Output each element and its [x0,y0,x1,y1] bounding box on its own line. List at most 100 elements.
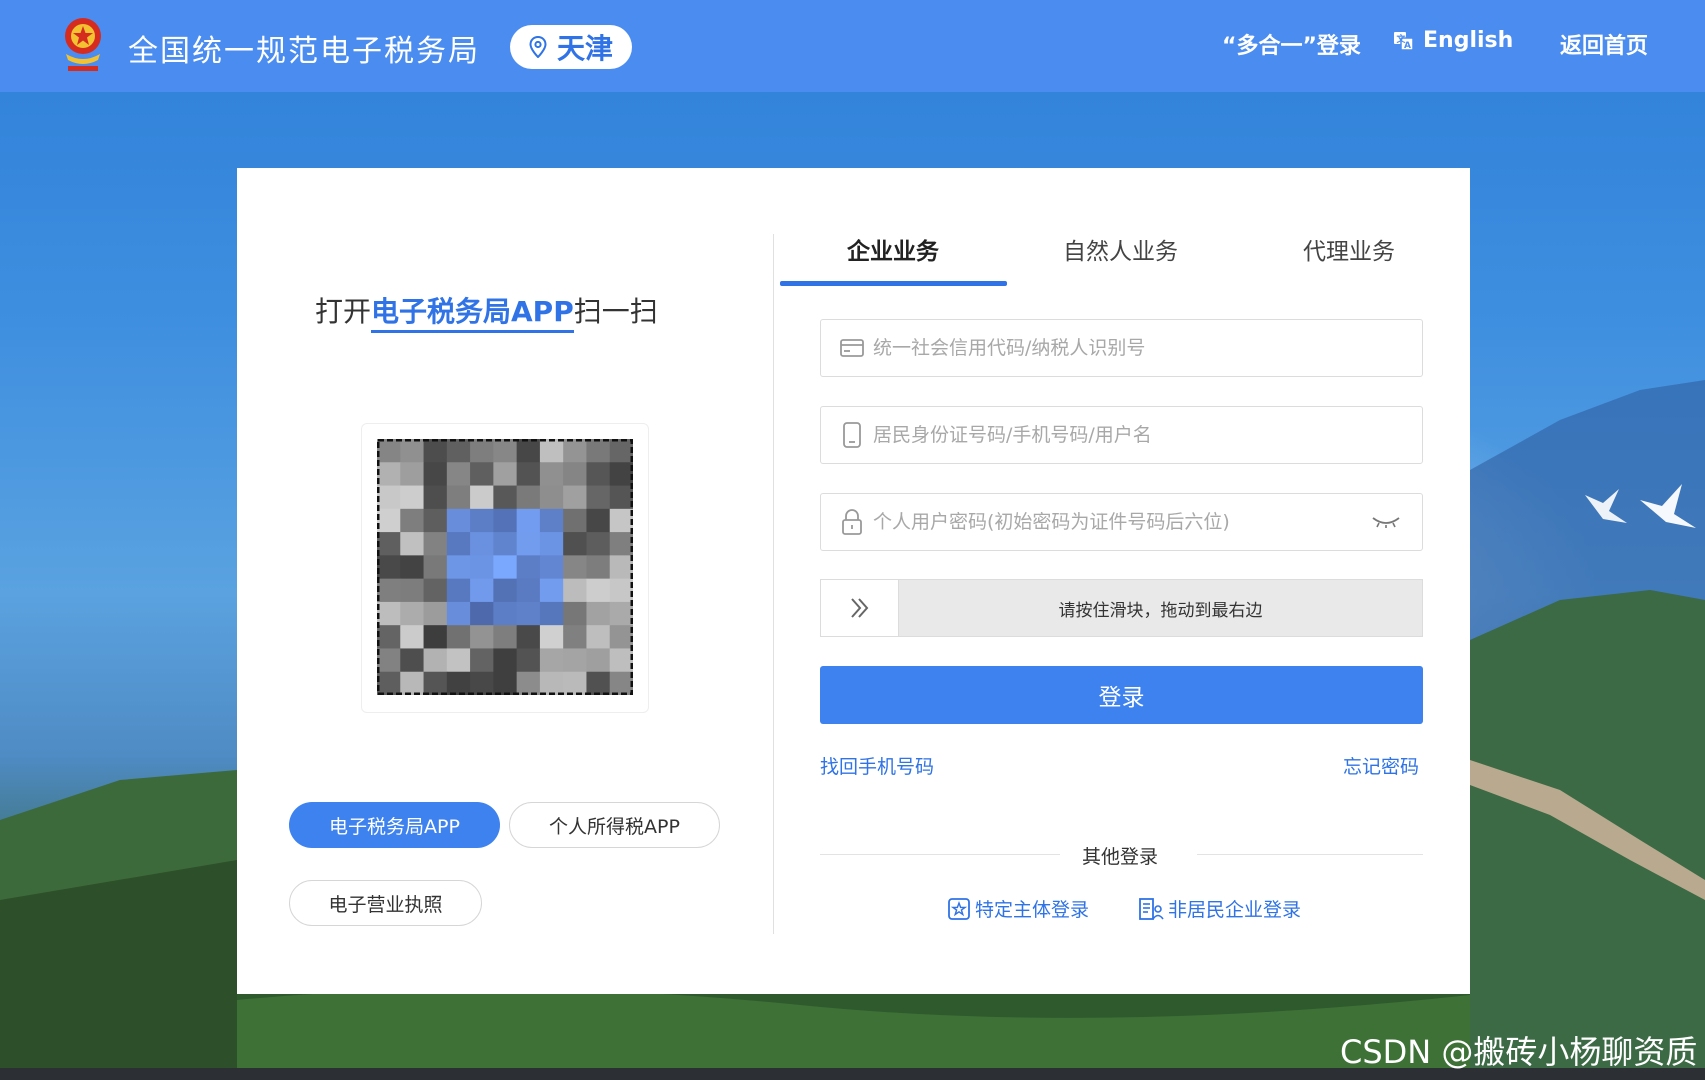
forgot-password-link[interactable]: 忘记密码 [1343,752,1419,779]
qr-pixel [423,532,448,556]
slider-handle[interactable] [821,580,899,636]
qr-pixel [377,578,401,603]
qr-pixel [563,439,587,463]
qr-pixel [446,671,471,695]
qr-pixel [470,625,494,649]
english-link[interactable]: 文 A English [1393,28,1513,53]
qr-pixel [563,532,587,556]
top-header: 全国统一规范电子税务局 天津 “多合一”登录 文 A English 返回首页 [0,0,1705,92]
qr-pixel [539,555,564,580]
qr-pixel [539,648,564,673]
qr-pixel [446,601,471,626]
qr-pixel [586,625,611,649]
qr-pixel [516,601,541,626]
id-input[interactable] [873,424,1422,446]
active-tab-indicator [780,281,1007,286]
qr-pixel [493,462,518,487]
nonresident-login-link[interactable]: 非居民企业登录 [1138,895,1301,922]
city-label: 天津 [556,32,613,65]
tab-natural-person[interactable]: 自然人业务 [1063,232,1178,266]
qr-pixel [609,508,633,533]
qr-pixel [516,625,541,649]
qr-pixel [470,508,494,533]
e-license-button[interactable]: 电子营业执照 [289,880,482,926]
other-login-title: 其他登录 [1082,846,1159,868]
captcha-slider: 请按住滑块，拖动到最右边 [820,579,1423,637]
qr-pixel [539,462,564,487]
qr-pixel [400,555,425,580]
svg-text:A: A [1404,41,1411,51]
qr-pixel [400,671,425,695]
qr-pixel [493,508,518,533]
qr-pixel [400,532,425,556]
special-subject-login-link[interactable]: 特定主体登录 [947,895,1089,922]
qr-pixel [586,601,611,626]
phone-icon [839,422,865,448]
qr-pixel [586,462,611,487]
site-title: 全国统一规范电子税务局 [128,34,480,69]
qr-pixel [377,439,401,463]
login-button[interactable]: 登录 [820,666,1423,724]
qr-pixel [423,508,448,533]
credit-code-field [820,319,1423,377]
qr-pixel [539,601,564,626]
language-icon: 文 A [1394,31,1414,51]
tax-app-button[interactable]: 电子税务局APP [289,802,500,848]
home-link[interactable]: 返回首页 [1560,28,1648,60]
iit-app-button[interactable]: 个人所得税APP [509,802,720,848]
qr-pixel [446,462,471,487]
qr-pixel [493,648,518,673]
qr-pixel [400,648,425,673]
qr-pixel [400,508,425,533]
qr-pixel [516,555,541,580]
qr-pixel [400,625,425,649]
qr-pixel [470,485,494,510]
qr-pixel [446,555,471,580]
qr-pixel [563,508,587,533]
qr-pixel [586,439,611,463]
qr-pixel [563,462,587,487]
qr-pixel [539,625,564,649]
qr-pixel [563,555,587,580]
qr-pixel [539,532,564,556]
qr-pixel [609,648,633,673]
tab-enterprise[interactable]: 企业业务 [847,232,939,266]
other-login-divider-left [820,854,1060,855]
qr-pixel [423,485,448,510]
qr-pixel [586,532,611,556]
qr-pixel [586,578,611,603]
eye-closed-icon[interactable] [1366,509,1406,535]
qr-pixel [609,625,633,649]
qr-pixel [423,462,448,487]
qr-pixel [539,671,564,695]
qr-pixel [563,671,587,695]
qr-pixel [539,439,564,463]
scan-title-prefix: 打开 [315,295,372,328]
qr-pixel [470,462,494,487]
qr-pixel [470,439,494,463]
multi-login-link[interactable]: “多合一”登录 [1222,28,1361,60]
qr-pixel [493,578,518,603]
qr-pixel [609,462,633,487]
qr-pixel [470,532,494,556]
password-input[interactable] [873,511,1366,533]
qr-pixel [516,508,541,533]
qr-pixel [377,625,401,649]
qr-pixel [516,485,541,510]
credit-code-input[interactable] [873,337,1422,359]
qr-pixel [400,601,425,626]
qr-pixel [493,671,518,695]
recover-phone-link[interactable]: 找回手机号码 [820,752,934,779]
qr-pixel [423,671,448,695]
city-selector[interactable]: 天津 [510,25,632,69]
qr-pixel [446,508,471,533]
qr-pixel [470,578,494,603]
qr-pixel [493,555,518,580]
qr-pixel [516,439,541,463]
tab-agent[interactable]: 代理业务 [1303,232,1395,266]
qr-pixel [377,648,401,673]
qr-pixel [563,648,587,673]
qr-pixel [516,671,541,695]
panel-divider [773,234,774,934]
qr-pixel [586,671,611,695]
